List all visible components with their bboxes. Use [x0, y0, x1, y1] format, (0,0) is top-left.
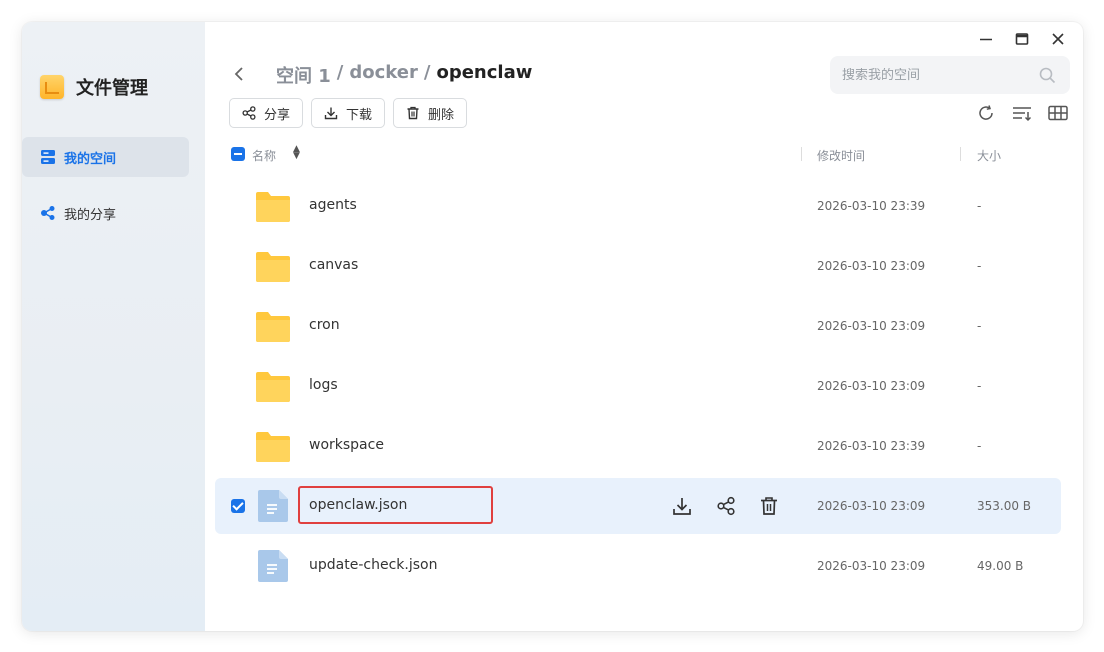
- file-name-highlighted[interactable]: openclaw.json: [298, 486, 493, 524]
- download-icon: [673, 498, 691, 515]
- app-title-text: 文件管理: [76, 78, 148, 99]
- table-row[interactable]: logs 2026-03-10 23:09 -: [215, 358, 1061, 414]
- document-icon: [258, 490, 288, 522]
- file-name[interactable]: logs: [309, 377, 338, 393]
- file-size: -: [977, 319, 982, 333]
- search-icon[interactable]: [1039, 67, 1056, 84]
- sidebar-item-label: 我的空间: [64, 151, 117, 167]
- file-modified: 2026-03-10 23:09: [817, 499, 926, 513]
- file-modified: 2026-03-10 23:09: [817, 319, 926, 333]
- file-size: -: [977, 259, 982, 273]
- table-row[interactable]: canvas 2026-03-10 23:09 -: [215, 238, 1061, 294]
- breadcrumb-docker[interactable]: docker: [349, 62, 418, 88]
- folder-icon: [256, 312, 290, 342]
- share-icon: [41, 206, 55, 220]
- trash-icon: [407, 106, 419, 120]
- maximize-icon[interactable]: [1011, 28, 1033, 50]
- breadcrumb-space[interactable]: 空间 1: [276, 62, 331, 88]
- share-icon: [242, 106, 256, 120]
- file-size: -: [977, 439, 982, 453]
- file-size: 353.00 B: [977, 499, 1032, 513]
- file-size: 49.00 B: [977, 559, 1024, 573]
- share-button[interactable]: 分享: [229, 98, 304, 128]
- sort-button[interactable]: [1011, 102, 1033, 124]
- table-row[interactable]: workspace 2026-03-10 23:39 -: [215, 418, 1061, 474]
- folder-icon: [256, 432, 290, 462]
- sidebar: 文件管理 我的空间 我的分享: [22, 22, 205, 631]
- sort-list-icon: [1013, 107, 1032, 122]
- file-name[interactable]: cron: [309, 317, 340, 333]
- breadcrumb-separator: /: [423, 62, 431, 83]
- breadcrumb-current: openclaw: [436, 62, 533, 83]
- grid-view-icon: [1048, 105, 1068, 121]
- file-name[interactable]: update-check.json: [309, 557, 437, 573]
- column-size[interactable]: 大小: [977, 147, 1001, 164]
- table-header: 名称 ▲ ▼ 修改时间 大小: [215, 142, 1060, 166]
- sidebar-item-my-space[interactable]: 我的空间: [22, 137, 189, 177]
- refresh-button[interactable]: [975, 102, 997, 124]
- search-box: [830, 56, 1070, 94]
- file-name[interactable]: canvas: [309, 257, 358, 273]
- download-button[interactable]: 下载: [311, 98, 386, 128]
- sidebar-item-label: 我的分享: [64, 207, 117, 223]
- window-controls: [975, 28, 1069, 50]
- row-share-button[interactable]: [714, 494, 738, 518]
- download-button-label: 下载: [346, 107, 373, 123]
- chevron-left-icon: [234, 67, 243, 81]
- file-size: -: [977, 199, 982, 213]
- trash-icon: [761, 497, 777, 515]
- table-row[interactable]: agents 2026-03-10 23:39 -: [215, 178, 1061, 234]
- folder-icon: [256, 192, 290, 222]
- storage-icon: [41, 150, 55, 164]
- row-download-button[interactable]: [670, 494, 694, 518]
- sort-arrows-icon[interactable]: ▲ ▼: [293, 145, 300, 161]
- file-size: -: [977, 379, 982, 393]
- back-button[interactable]: [229, 62, 249, 86]
- file-manager-window: 文件管理 我的空间 我的分享 空间 1 / docker / openclaw …: [22, 22, 1083, 631]
- table-row[interactable]: cron 2026-03-10 23:09 -: [215, 298, 1061, 354]
- refresh-icon: [979, 105, 993, 120]
- view-tools: [975, 102, 1069, 124]
- share-button-label: 分享: [264, 107, 291, 123]
- delete-button-label: 删除: [428, 107, 455, 123]
- file-modified: 2026-03-10 23:09: [817, 559, 926, 573]
- table-row-selected[interactable]: openclaw.json 2026-03-10 23:09 353.00 B: [215, 478, 1061, 534]
- grid-view-button[interactable]: [1047, 102, 1069, 124]
- folder-icon: [256, 372, 290, 402]
- document-icon: [258, 550, 288, 582]
- column-divider: [960, 147, 961, 161]
- download-icon: [324, 107, 338, 120]
- row-checkbox[interactable]: [231, 499, 245, 513]
- column-name[interactable]: 名称: [252, 147, 276, 164]
- row-delete-button[interactable]: [757, 494, 781, 518]
- sidebar-item-my-share[interactable]: 我的分享: [22, 193, 189, 233]
- file-modified: 2026-03-10 23:09: [817, 379, 926, 393]
- column-modified[interactable]: 修改时间: [817, 147, 865, 164]
- file-modified: 2026-03-10 23:09: [817, 259, 926, 273]
- main-panel: 空间 1 / docker / openclaw 分享: [205, 22, 1083, 631]
- file-list: agents 2026-03-10 23:39 - canvas 2026-03…: [215, 178, 1061, 598]
- table-row[interactable]: update-check.json 2026-03-10 23:09 49.00…: [215, 538, 1061, 594]
- close-icon[interactable]: [1047, 28, 1069, 50]
- file-name[interactable]: agents: [309, 197, 357, 213]
- breadcrumb-separator: /: [336, 62, 344, 83]
- column-divider: [801, 147, 802, 161]
- file-manager-logo-icon: [40, 75, 64, 99]
- file-name[interactable]: workspace: [309, 437, 384, 453]
- minimize-icon[interactable]: [975, 28, 997, 50]
- share-icon: [717, 496, 735, 516]
- file-modified: 2026-03-10 23:39: [817, 199, 926, 213]
- folder-icon: [256, 252, 290, 282]
- toolbar: 分享 下载 删除: [229, 98, 468, 128]
- file-modified: 2026-03-10 23:39: [817, 439, 926, 453]
- breadcrumb: 空间 1 / docker / openclaw: [276, 62, 532, 88]
- search-input[interactable]: [842, 67, 1022, 83]
- app-title: 文件管理: [40, 74, 148, 100]
- select-all-checkbox[interactable]: [231, 147, 245, 161]
- delete-button[interactable]: 删除: [393, 98, 468, 128]
